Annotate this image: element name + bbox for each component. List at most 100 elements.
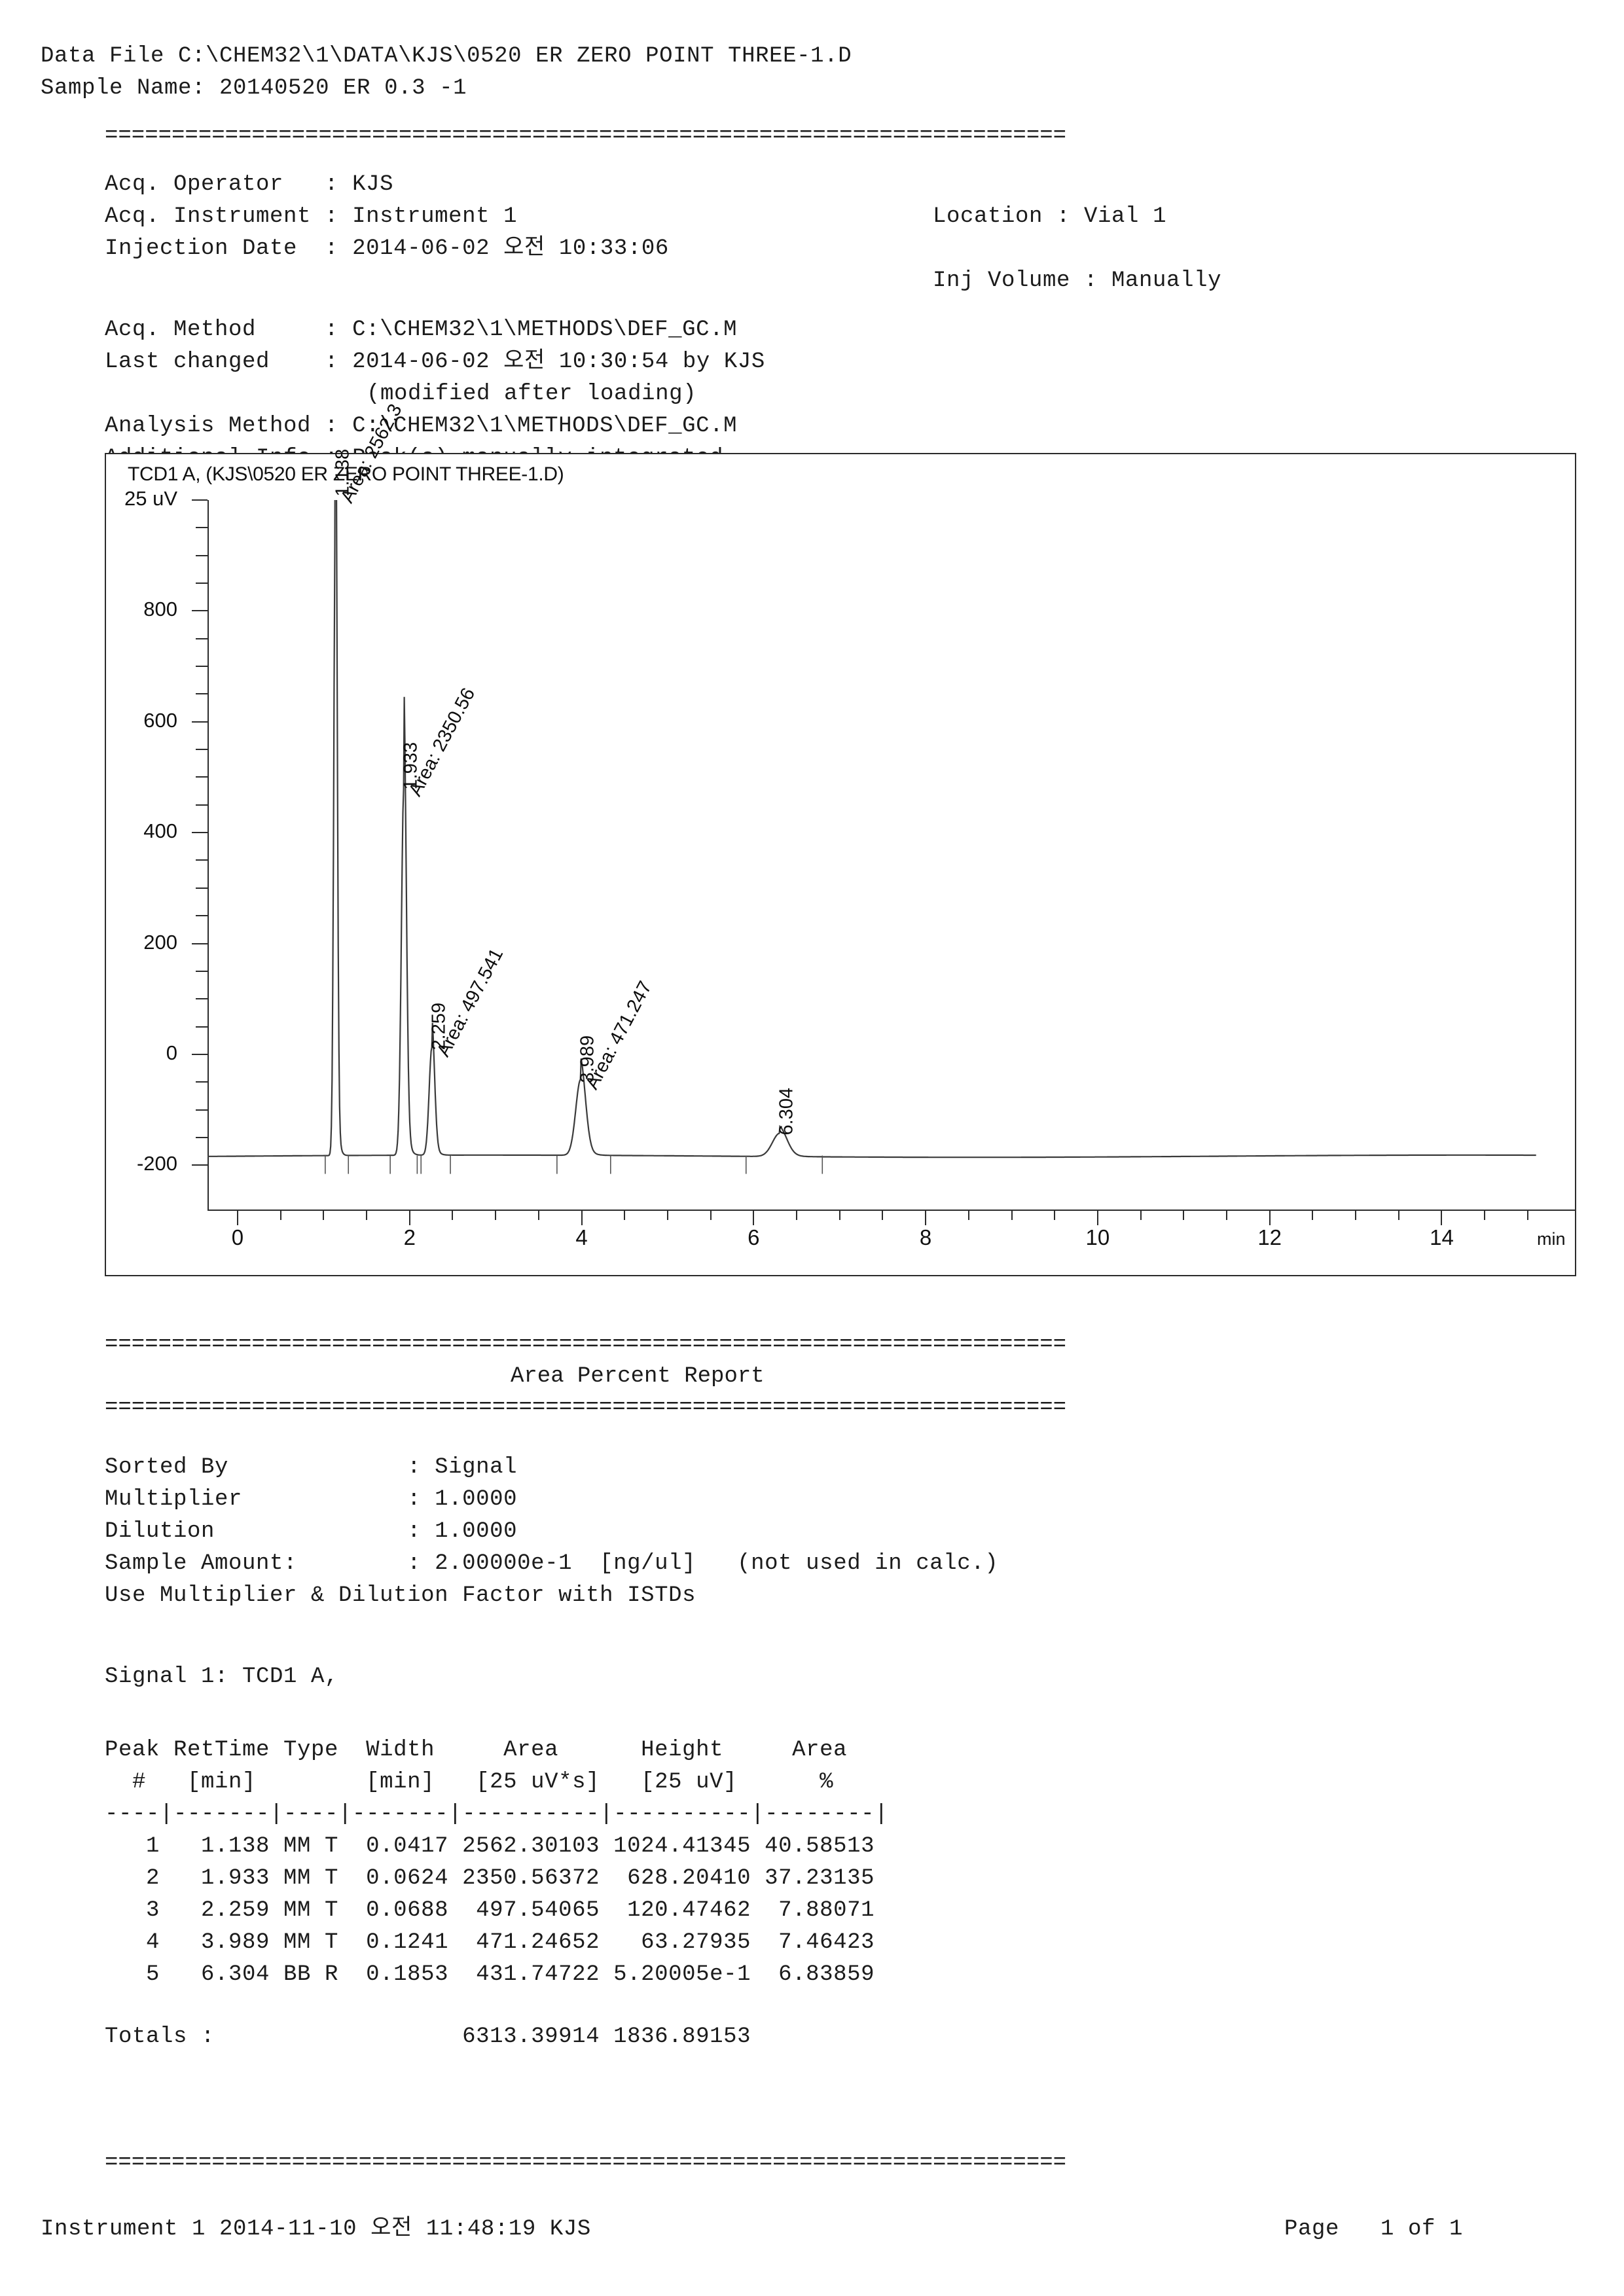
y-tick-major (192, 721, 208, 723)
acq-method-value: C:\CHEM32\1\METHODS\DEF_GC.M (352, 317, 738, 342)
apr-rule-bottom: ========================================… (105, 1395, 1067, 1420)
acq-operator-value: KJS (352, 172, 394, 197)
sample-name-line: Sample Name: 20140520 ER 0.3 -1 (41, 76, 467, 101)
x-tick-minor (537, 1210, 539, 1220)
table-row: 1 1.138 MM T 0.0417 2562.30103 1024.4134… (105, 1834, 875, 1859)
acq-operator-row: Acq. Operator : KJS (105, 169, 765, 201)
x-tick-minor (1011, 1210, 1013, 1220)
x-tick-major (925, 1210, 927, 1225)
x-tick-minor (1398, 1210, 1399, 1220)
y-tick-minor (196, 998, 208, 1000)
x-tick-label: 6 (748, 1225, 760, 1249)
footer-page-number: Page 1 of 1 (1284, 2217, 1464, 2242)
report-header: Data File C:\CHEM32\1\DATA\KJS\0520 ER Z… (41, 41, 852, 105)
x-tick-label: 0 (231, 1225, 244, 1249)
x-tick-minor (967, 1210, 969, 1220)
multiplier-value: 1.0000 (435, 1487, 518, 1512)
sorted-by-row: Sorted By : Signal (105, 1452, 998, 1484)
sample-amount-value: 2.00000e-1 [ng/ul] (not used in calc.) (435, 1551, 999, 1576)
y-tick-major (192, 610, 208, 612)
x-tick-major (408, 1210, 410, 1225)
x-tick-minor (366, 1210, 368, 1220)
acq-method-row: Acq. Method : C:\CHEM32\1\METHODS\DEF_GC… (105, 314, 765, 346)
inj-volume-row: Inj Volume : Manually (105, 265, 1221, 297)
y-tick-minor (196, 637, 208, 639)
x-tick-minor (1484, 1210, 1486, 1220)
y-tick-major (192, 832, 208, 834)
table-divider: ----|-------|----|-------|----------|---… (105, 1802, 889, 1827)
area-percent-report-section: ========================================… (105, 1332, 1066, 1421)
x-tick-label: 14 (1430, 1225, 1454, 1249)
acq-method-label: Acq. Method : (105, 317, 353, 342)
table-header-row-1: Peak RetTime Type Width Area Height Area (105, 1738, 848, 1763)
sample-amount-label: Sample Amount: : (105, 1551, 435, 1576)
y-tick-minor (196, 527, 208, 529)
acq-instrument-value: Instrument 1 (352, 204, 518, 229)
x-tick-minor (495, 1210, 497, 1220)
x-tick-label: 8 (919, 1225, 932, 1249)
y-tick-major (192, 499, 208, 501)
y-tick-minor (196, 1136, 208, 1138)
y-tick-label: 800 (143, 598, 177, 621)
x-tick-minor (1225, 1210, 1227, 1220)
inj-volume-value: Manually (1111, 268, 1222, 293)
acq-instrument-row: Acq. Instrument : Instrument 1 Location … (105, 201, 1166, 233)
modified-note-row: (modified after loading) (105, 378, 765, 410)
footer-rule: ========================================… (105, 2151, 1067, 2176)
x-tick-major (1441, 1210, 1443, 1225)
istd-note: Use Multiplier & Dilution Factor with IS… (105, 1583, 696, 1608)
x-tick-major (581, 1210, 583, 1225)
inj-volume-group: Inj Volume : Manually (933, 265, 1221, 297)
apr-rule-top: ========================================… (105, 1333, 1067, 1357)
x-tick-label: 10 (1085, 1225, 1110, 1249)
sample-amount-row: Sample Amount: : 2.00000e-1 [ng/ul] (not… (105, 1548, 998, 1580)
peak-table: Peak RetTime Type Width Area Height Area… (105, 1734, 888, 1991)
peak-rt-label: 6.304 (776, 1087, 797, 1136)
y-tick-minor (196, 970, 208, 972)
injection-date-value: 2014-06-02 오전 10:33:06 (352, 236, 669, 261)
y-tick-label: 200 (143, 930, 177, 954)
x-tick-label: 2 (403, 1225, 416, 1249)
istd-note-row: Use Multiplier & Dilution Factor with IS… (105, 1580, 998, 1612)
footer-instrument-stamp: Instrument 1 2014-11-10 오전 11:48:19 KJS (41, 2217, 591, 2242)
y-tick-label: 0 (166, 1041, 177, 1064)
chromatogram-x-axis (208, 1210, 1576, 1211)
y-tick-minor (196, 554, 208, 556)
y-tick-minor (196, 1109, 208, 1111)
data-file-line: Data File C:\CHEM32\1\DATA\KJS\0520 ER Z… (41, 44, 852, 69)
analysis-method-row: Analysis Method : C:\CHEM32\1\METHODS\DE… (105, 410, 765, 442)
table-header-row-2: # [min] [min] [25 uV*s] [25 uV] % (105, 1770, 834, 1795)
x-tick-minor (1183, 1210, 1185, 1220)
x-tick-minor (839, 1210, 840, 1220)
y-tick-minor (196, 915, 208, 917)
table-row: 5 6.304 BB R 0.1853 431.74722 5.20005e-1… (105, 1962, 875, 1987)
dilution-row: Dilution : 1.0000 (105, 1516, 998, 1548)
y-tick-minor (196, 749, 208, 751)
acq-instrument-label: Acq. Instrument : (105, 204, 353, 229)
last-changed-label: Last changed : (105, 350, 353, 374)
location-group: Location : Vial 1 (933, 201, 1166, 233)
totals-section: Totals : 6313.39914 1836.89153 (105, 2021, 751, 2053)
dilution-value: 1.0000 (435, 1519, 518, 1544)
acq-operator-label: Acq. Operator : (105, 172, 353, 197)
y-axis-unit-label: 25 uV (124, 487, 177, 510)
x-tick-minor (1140, 1210, 1142, 1220)
acq-spacer (105, 297, 765, 314)
signal-line: Signal 1: TCD1 A, (105, 1664, 339, 1689)
y-tick-minor (196, 666, 208, 668)
y-tick-label: 400 (143, 819, 177, 843)
report-page: Data File C:\CHEM32\1\DATA\KJS\0520 ER Z… (0, 0, 1624, 2296)
inj-volume-label: Inj Volume : (933, 268, 1112, 293)
signal-section: Signal 1: TCD1 A, (105, 1661, 338, 1693)
apr-title: Area Percent Report (511, 1364, 765, 1389)
table-row: 3 2.259 MM T 0.0688 497.54065 120.47462 … (105, 1898, 875, 1923)
multiplier-label: Multiplier : (105, 1487, 435, 1512)
y-tick-minor (196, 859, 208, 861)
x-tick-minor (624, 1210, 626, 1220)
y-tick-major (192, 1164, 208, 1166)
x-tick-minor (882, 1210, 884, 1220)
y-tick-minor (196, 1081, 208, 1083)
x-tick-minor (666, 1210, 668, 1220)
x-tick-minor (452, 1210, 454, 1220)
x-tick-minor (1526, 1210, 1528, 1220)
